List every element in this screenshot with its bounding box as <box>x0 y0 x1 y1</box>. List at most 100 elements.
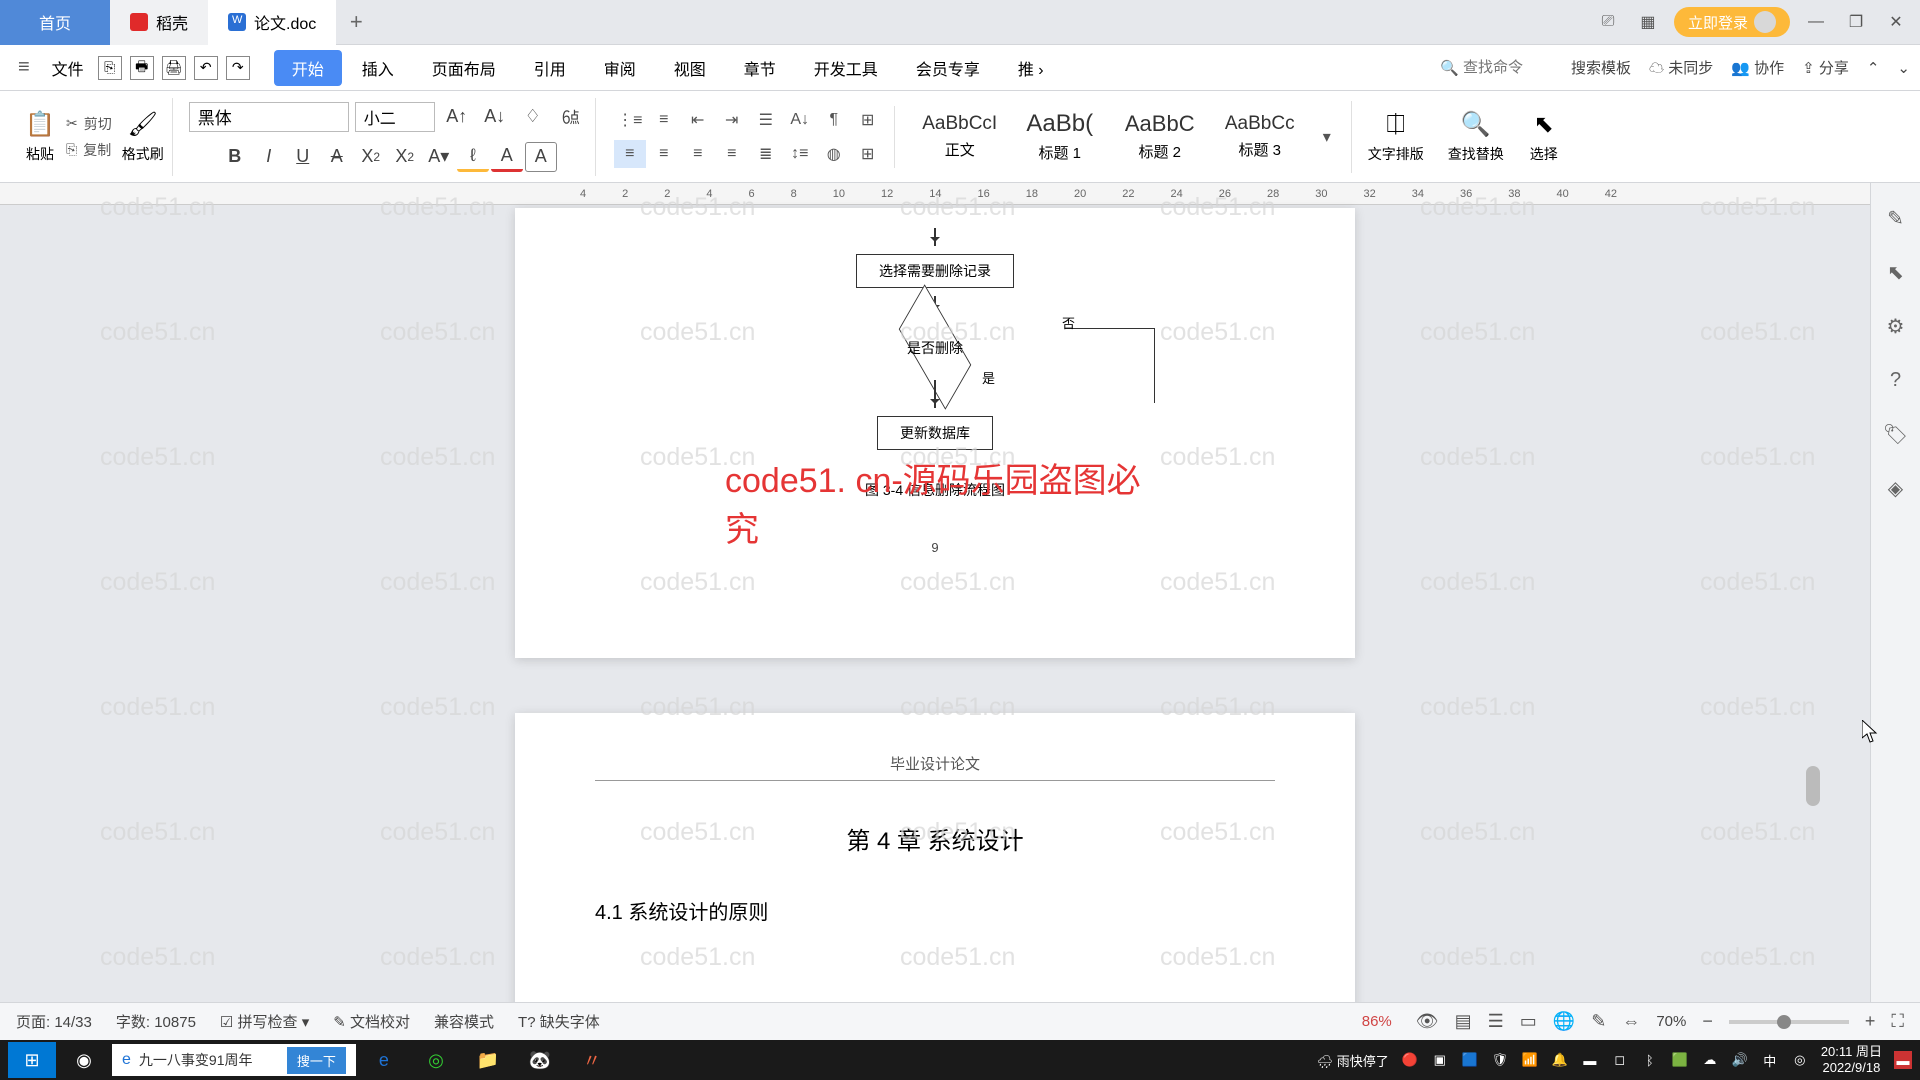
quick-access-save[interactable]: 🖶 <box>130 56 154 80</box>
ribbon-collapse-down[interactable]: ⌄ <box>1897 59 1910 77</box>
superscript-button[interactable]: X2 <box>355 142 387 172</box>
edit-icon[interactable]: ✎ <box>1591 1011 1606 1032</box>
compat-mode[interactable]: 兼容模式 <box>434 1011 494 1032</box>
align-center-button[interactable]: ≡ <box>648 140 680 168</box>
taskbar-360-icon[interactable]: ◎ <box>412 1042 460 1078</box>
view-outline-icon[interactable]: ☰ <box>1488 1011 1504 1032</box>
taskbar-search[interactable]: e 九一八事变91周年 搜一下 <box>112 1044 356 1076</box>
ribbon-tab-references[interactable]: 引用 <box>516 50 584 86</box>
share-button[interactable]: ⇪ 分享 <box>1802 57 1849 78</box>
selection-tool-icon[interactable]: ⬉ <box>1881 257 1911 287</box>
taskbar-explorer-icon[interactable]: 📁 <box>464 1042 512 1078</box>
sort-button[interactable]: A↓ <box>784 106 816 134</box>
line-spacing-button[interactable]: ↕≡ <box>784 140 816 168</box>
underline-button[interactable]: U <box>287 142 319 172</box>
document-canvas[interactable]: 4224681012141618202224262830323436384042… <box>0 183 1870 1040</box>
format-painter-button[interactable]: 🖌格式刷 <box>122 110 164 164</box>
style-heading3[interactable]: AaBbCc标题 3 <box>1211 101 1309 173</box>
horizontal-ruler[interactable]: 4224681012141618202224262830323436384042 <box>0 183 1870 205</box>
font-size-select[interactable] <box>355 102 435 132</box>
taskbar-app1-icon[interactable]: 🐼 <box>516 1042 564 1078</box>
fullscreen-icon[interactable]: ⛶ <box>1891 1011 1904 1032</box>
view-reading-icon[interactable]: ▭ <box>1520 1011 1537 1032</box>
borders-button[interactable]: ⊞ <box>852 140 884 168</box>
tray-icon-5[interactable]: ▬ <box>1581 1051 1599 1069</box>
tray-icon-1[interactable]: 🔴 <box>1401 1051 1419 1069</box>
ribbon-tab-start[interactable]: 开始 <box>274 50 342 86</box>
font-name-select[interactable] <box>189 102 349 132</box>
apps-grid-icon[interactable]: ▦ <box>1634 8 1662 36</box>
phonetic-button[interactable]: ㍞ <box>555 102 587 132</box>
tab-add-button[interactable]: + <box>336 9 376 35</box>
zoom-out-button[interactable]: − <box>1702 1011 1713 1032</box>
ribbon-tab-layout[interactable]: 页面布局 <box>414 50 514 86</box>
increase-indent-button[interactable]: ⇥ <box>716 106 748 134</box>
numbering-button[interactable]: ≡ <box>648 106 680 134</box>
styles-more-button[interactable]: ▾ <box>1311 123 1343 151</box>
italic-button[interactable]: I <box>253 142 285 172</box>
tab-home[interactable]: 首页 <box>0 0 110 45</box>
tray-icon-6[interactable]: ◻ <box>1611 1051 1629 1069</box>
spell-check[interactable]: ☑ 拼写检查 ▾ <box>220 1011 309 1032</box>
menu-file[interactable]: 文件 <box>42 56 94 80</box>
window-minimize[interactable]: — <box>1802 8 1830 36</box>
tab-document[interactable]: 论文.doc <box>208 0 336 45</box>
tray-ime-icon[interactable]: 中 <box>1761 1051 1779 1069</box>
taskbar-wps-icon[interactable]: 〃 <box>568 1042 616 1078</box>
ribbon-tab-insert[interactable]: 插入 <box>344 50 412 86</box>
ribbon-tab-vip[interactable]: 会员专享 <box>898 50 998 86</box>
bullets-button[interactable]: ⋮≡ <box>614 106 646 134</box>
taskbar-clock[interactable]: 20:11 周日 2022/9/18 <box>1821 1044 1882 1075</box>
ribbon-tab-view[interactable]: 视图 <box>656 50 724 86</box>
strikethrough-button[interactable]: A <box>321 142 353 172</box>
subscript-button[interactable]: X2 <box>389 142 421 172</box>
para-marks-button[interactable]: ¶ <box>818 106 850 134</box>
clear-format-button[interactable]: ♢ <box>517 102 549 132</box>
template-search[interactable]: 搜索模板 <box>1571 57 1631 78</box>
fit-width-icon[interactable]: ⇔ <box>1622 1011 1640 1032</box>
tray-wifi-icon[interactable]: 📶 <box>1521 1051 1539 1069</box>
char-border-button[interactable]: A <box>525 142 557 172</box>
window-close[interactable]: ✕ <box>1882 8 1910 36</box>
tray-icon-2[interactable]: ▣ <box>1431 1051 1449 1069</box>
text-effects-button[interactable]: A▾ <box>423 142 455 172</box>
cut-button[interactable]: ✂ 剪切 <box>66 114 112 134</box>
collab-button[interactable]: 👥 协作 <box>1731 57 1784 78</box>
command-search-input[interactable] <box>1463 59 1553 76</box>
ribbon-tab-devtools[interactable]: 开发工具 <box>796 50 896 86</box>
help-icon[interactable]: ? <box>1881 365 1911 395</box>
distribute-button[interactable]: ≣ <box>750 140 782 168</box>
pencil-tool-icon[interactable]: ✎ <box>1881 203 1911 233</box>
text-layout-button[interactable]: ⎅文字排版 <box>1368 110 1424 164</box>
increase-font-button[interactable]: A↑ <box>441 102 473 132</box>
paste-button[interactable]: 📋粘贴 <box>24 110 56 164</box>
tray-bluetooth-icon[interactable]: ᛒ <box>1641 1051 1659 1069</box>
tray-notification-icon[interactable]: 🔔 <box>1551 1051 1569 1069</box>
taskbar-ie-icon[interactable]: e <box>360 1042 408 1078</box>
decrease-indent-button[interactable]: ⇤ <box>682 106 714 134</box>
quick-access-undo[interactable]: ↶ <box>194 56 218 80</box>
shading-button[interactable]: ◍ <box>818 140 850 168</box>
style-normal[interactable]: AaBbCcI正文 <box>911 101 1009 173</box>
tray-icon-4[interactable]: 🛡 <box>1491 1051 1509 1069</box>
vertical-scrollbar-thumb[interactable] <box>1806 766 1820 806</box>
settings-slider-icon[interactable]: ⚙ <box>1881 311 1911 341</box>
style-heading1[interactable]: AaBb(标题 1 <box>1011 101 1109 173</box>
font-color-button[interactable]: A <box>491 142 523 172</box>
decrease-font-button[interactable]: A↓ <box>479 102 511 132</box>
tabs-button[interactable]: ⊞ <box>852 106 884 134</box>
select-button[interactable]: ⬉选择 <box>1528 110 1560 164</box>
quick-access-print[interactable]: 🖨 <box>162 56 186 80</box>
page-indicator[interactable]: 页面: 14/33 <box>16 1011 92 1032</box>
tray-icon-8[interactable]: ◎ <box>1791 1051 1809 1069</box>
find-replace-button[interactable]: 🔍查找替换 <box>1448 110 1504 164</box>
login-button[interactable]: 立即登录 <box>1674 7 1790 37</box>
view-web-icon[interactable]: 🌐 <box>1553 1011 1575 1032</box>
asian-layout-button[interactable]: ☰ <box>750 106 782 134</box>
zoom-slider[interactable] <box>1729 1020 1849 1024</box>
quick-access-redo[interactable]: ↷ <box>226 56 250 80</box>
ribbon-collapse-up[interactable]: ⌃ <box>1867 59 1880 77</box>
taskbar-item-cortana[interactable]: ◉ <box>60 1042 108 1078</box>
highlight-button[interactable]: ℓ <box>457 142 489 172</box>
tray-icon-3[interactable]: 🟦 <box>1461 1051 1479 1069</box>
